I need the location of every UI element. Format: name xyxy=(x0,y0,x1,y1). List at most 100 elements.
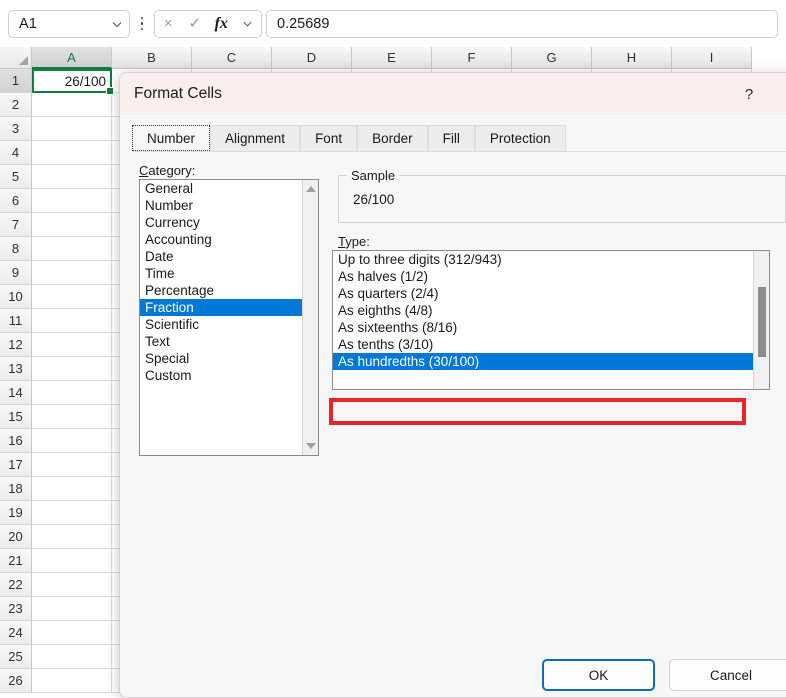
close-icon[interactable]: ✕ xyxy=(772,73,786,115)
cell-a10[interactable] xyxy=(32,285,112,309)
category-item-number[interactable]: Number xyxy=(140,197,302,214)
dialog-titlebar[interactable]: Format Cells ? ✕ xyxy=(120,73,786,115)
row-header-19[interactable]: 19 xyxy=(0,501,32,525)
category-item-text[interactable]: Text xyxy=(140,333,302,350)
cell-a26[interactable] xyxy=(32,669,112,693)
cell-a18[interactable] xyxy=(32,477,112,501)
column-header-d[interactable]: D xyxy=(272,47,352,69)
cell-a17[interactable] xyxy=(32,453,112,477)
category-item-custom[interactable]: Custom xyxy=(140,367,302,384)
type-item-6[interactable]: As hundredths (30/100) xyxy=(333,353,753,370)
column-header-a[interactable]: A xyxy=(32,47,112,69)
scroll-down-icon[interactable] xyxy=(303,438,318,454)
row-header-15[interactable]: 15 xyxy=(0,405,32,429)
column-header-c[interactable]: C xyxy=(192,47,272,69)
row-header-13[interactable]: 13 xyxy=(0,357,32,381)
row-header-1[interactable]: 1 xyxy=(0,69,32,93)
row-header-5[interactable]: 5 xyxy=(0,165,32,189)
cell-a24[interactable] xyxy=(32,621,112,645)
row-header-25[interactable]: 25 xyxy=(0,645,32,669)
row-header-7[interactable]: 7 xyxy=(0,213,32,237)
chevron-down-icon[interactable] xyxy=(237,13,259,35)
cell-a3[interactable] xyxy=(32,117,112,141)
cell-a19[interactable] xyxy=(32,501,112,525)
tab-number[interactable]: Number xyxy=(132,125,211,151)
name-box[interactable]: A1 xyxy=(8,9,130,38)
cell-a1[interactable]: 26/100 xyxy=(32,69,114,95)
tab-font[interactable]: Font xyxy=(300,125,358,151)
cell-a4[interactable] xyxy=(32,141,112,165)
cell-a13[interactable] xyxy=(32,357,112,381)
category-item-fraction[interactable]: Fraction xyxy=(140,299,302,316)
row-header-18[interactable]: 18 xyxy=(0,477,32,501)
select-all-corner[interactable] xyxy=(0,47,32,69)
category-item-accounting[interactable]: Accounting xyxy=(140,231,302,248)
category-item-special[interactable]: Special xyxy=(140,350,302,367)
row-header-22[interactable]: 22 xyxy=(0,573,32,597)
row-header-8[interactable]: 8 xyxy=(0,237,32,261)
formula-input[interactable]: 0.25689 xyxy=(266,9,778,38)
column-header-h[interactable]: H xyxy=(592,47,672,69)
cell-a16[interactable] xyxy=(32,429,112,453)
column-header-e[interactable]: E xyxy=(352,47,432,69)
tab-protection[interactable]: Protection xyxy=(474,125,566,151)
column-header-b[interactable]: B xyxy=(112,47,192,69)
row-header-16[interactable]: 16 xyxy=(0,429,32,453)
row-header-2[interactable]: 2 xyxy=(0,93,32,117)
cell-a11[interactable] xyxy=(32,309,112,333)
type-listbox[interactable]: Up to three digits (312/943) As halves (1… xyxy=(332,250,770,390)
row-header-20[interactable]: 20 xyxy=(0,525,32,549)
column-header-i[interactable]: I xyxy=(672,47,752,69)
category-scrollbar[interactable] xyxy=(302,180,318,455)
type-scrollbar[interactable] xyxy=(753,251,769,389)
enter-formula-icon[interactable]: ✓ xyxy=(184,13,206,35)
chevron-down-icon[interactable] xyxy=(105,18,129,30)
cancel-button[interactable]: Cancel xyxy=(669,659,786,691)
cell-a9[interactable] xyxy=(32,261,112,285)
cell-a23[interactable] xyxy=(32,597,112,621)
cell-a15[interactable] xyxy=(32,405,112,429)
help-icon[interactable]: ? xyxy=(726,73,772,115)
category-item-date[interactable]: Date xyxy=(140,248,302,265)
type-item-3[interactable]: As eighths (4/8) xyxy=(333,302,753,319)
ok-button[interactable]: OK xyxy=(542,659,655,691)
tab-border[interactable]: Border xyxy=(357,125,428,151)
category-item-currency[interactable]: Currency xyxy=(140,214,302,231)
row-header-26[interactable]: 26 xyxy=(0,669,32,693)
row-header-12[interactable]: 12 xyxy=(0,333,32,357)
cancel-formula-icon[interactable]: × xyxy=(157,13,179,35)
row-header-11[interactable]: 11 xyxy=(0,309,32,333)
cell-a6[interactable] xyxy=(32,189,112,213)
row-header-23[interactable]: 23 xyxy=(0,597,32,621)
insert-function-icon[interactable]: fx xyxy=(210,13,232,35)
more-options-icon[interactable] xyxy=(133,10,151,38)
scrollbar-thumb[interactable] xyxy=(758,287,766,357)
row-header-9[interactable]: 9 xyxy=(0,261,32,285)
row-header-21[interactable]: 21 xyxy=(0,549,32,573)
type-item-1[interactable]: As halves (1/2) xyxy=(333,268,753,285)
type-item-5[interactable]: As tenths (3/10) xyxy=(333,336,753,353)
row-header-4[interactable]: 4 xyxy=(0,141,32,165)
cell-a2[interactable] xyxy=(32,93,112,117)
cell-a12[interactable] xyxy=(32,333,112,357)
tab-alignment[interactable]: Alignment xyxy=(210,125,301,151)
type-item-4[interactable]: As sixteenths (8/16) xyxy=(333,319,753,336)
category-item-general[interactable]: General xyxy=(140,180,302,197)
scroll-up-icon[interactable] xyxy=(303,181,318,197)
category-item-time[interactable]: Time xyxy=(140,265,302,282)
column-header-f[interactable]: F xyxy=(432,47,512,69)
cell-a21[interactable] xyxy=(32,549,112,573)
category-item-percentage[interactable]: Percentage xyxy=(140,282,302,299)
type-item-2[interactable]: As quarters (2/4) xyxy=(333,285,753,302)
row-header-10[interactable]: 10 xyxy=(0,285,32,309)
row-header-14[interactable]: 14 xyxy=(0,381,32,405)
row-header-17[interactable]: 17 xyxy=(0,453,32,477)
cell-a7[interactable] xyxy=(32,213,112,237)
cell-a20[interactable] xyxy=(32,525,112,549)
row-header-3[interactable]: 3 xyxy=(0,117,32,141)
column-header-g[interactable]: G xyxy=(512,47,592,69)
cell-a25[interactable] xyxy=(32,645,112,669)
cell-a14[interactable] xyxy=(32,381,112,405)
tab-fill[interactable]: Fill xyxy=(427,125,475,151)
cell-a22[interactable] xyxy=(32,573,112,597)
